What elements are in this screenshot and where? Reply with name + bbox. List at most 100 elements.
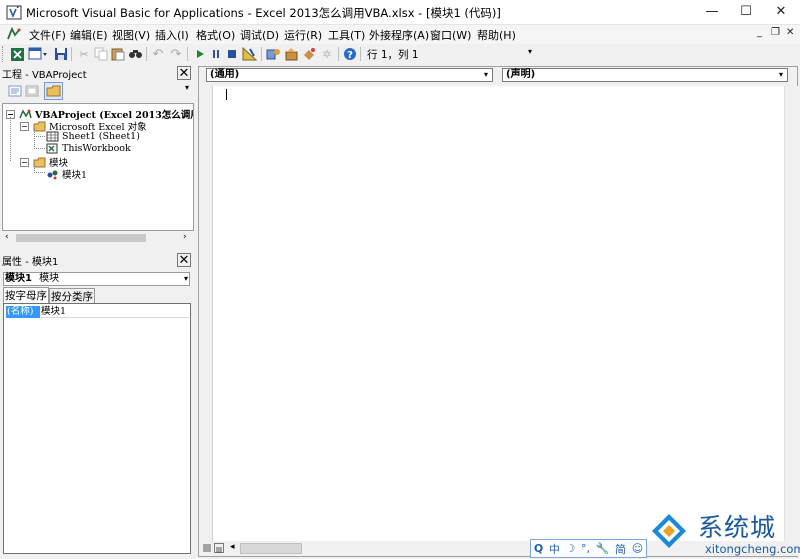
watermark: 系统城 xitongcheng.com <box>648 506 800 558</box>
menu-debug[interactable]: 调试(D) <box>240 27 279 43</box>
toolbar-separator <box>338 47 339 61</box>
object-combo[interactable]: (通用) ▾ <box>206 68 493 82</box>
tree-connector <box>34 136 45 137</box>
ime-halfwidth-icon[interactable]: ☽ <box>566 542 576 555</box>
help-icon[interactable]: ? <box>342 46 358 62</box>
code-vscrollbar[interactable] <box>784 86 798 541</box>
copy-icon[interactable] <box>93 46 109 62</box>
object-browser-icon[interactable] <box>301 46 317 62</box>
dropdown-arrow-icon[interactable]: ▾ <box>480 69 492 81</box>
watermark-url: xitongcheng.com <box>705 542 800 556</box>
object-selector[interactable]: 模块1 模块 ▾ <box>3 272 190 286</box>
tree-item-thisworkbook[interactable]: ThisWorkbook <box>46 143 131 154</box>
ime-settings-icon[interactable]: 🔧 <box>596 542 610 555</box>
menu-view[interactable]: 视图(V) <box>112 27 150 43</box>
workbook-icon <box>46 143 58 154</box>
scrollbar-thumb[interactable] <box>16 234 146 242</box>
insert-userform-icon[interactable] <box>27 46 49 62</box>
code-editor[interactable] <box>212 86 784 541</box>
break-icon[interactable] <box>208 46 224 62</box>
excel-icon[interactable] <box>9 46 25 62</box>
tree-item-label: 模块1 <box>62 170 88 181</box>
ime-toolbar: Q 中 ☽ °, 🔧 简 ☺ <box>530 539 647 558</box>
tab-categorized[interactable]: 按分类序 <box>49 288 95 303</box>
property-name-selected[interactable]: (名称) <box>6 306 40 318</box>
project-explorer-icon[interactable] <box>265 46 281 62</box>
design-mode-icon[interactable] <box>241 46 257 62</box>
menu-format[interactable]: 格式(O) <box>196 27 235 43</box>
find-icon[interactable] <box>127 46 143 62</box>
toolbar-grip[interactable] <box>2 46 5 62</box>
tree-connector <box>34 129 35 149</box>
menu-help[interactable]: 帮助(H) <box>477 27 516 43</box>
menu-run[interactable]: 运行(R) <box>284 27 322 43</box>
menu-tools[interactable]: 工具(T) <box>328 27 365 43</box>
menu-bar: 文件(F) 编辑(E) 视图(V) 插入(I) 格式(O) 调试(D) 运行(R… <box>0 25 800 44</box>
maximize-button[interactable]: ☐ <box>729 0 763 24</box>
menu-addins[interactable]: 外接程序(A) <box>369 27 429 43</box>
cut-icon[interactable]: ✂ <box>76 46 92 62</box>
view-code-icon[interactable] <box>8 84 22 98</box>
project-panel-close-button[interactable]: ✕ <box>177 66 191 81</box>
procedure-view-icon[interactable] <box>202 543 212 553</box>
mdi-restore-button[interactable]: ❐ <box>771 27 780 38</box>
scroll-left-icon[interactable]: ◂ <box>230 542 235 552</box>
procedure-combo[interactable]: (声明) ▾ <box>502 68 788 82</box>
project-tree[interactable]: − VBAProject (Excel 2013怎么调用 − Microsoft… <box>2 103 194 231</box>
run-icon[interactable] <box>192 46 208 62</box>
text-caret <box>226 89 227 100</box>
scrollbar-thumb[interactable] <box>240 543 302 554</box>
panel-toolbar-overflow-icon[interactable]: ▾ <box>185 83 194 99</box>
menu-insert[interactable]: 插入(I) <box>155 27 189 43</box>
tree-item-label: ThisWorkbook <box>62 143 131 154</box>
worksheet-icon <box>46 131 59 142</box>
dropdown-arrow-icon[interactable]: ▾ <box>775 69 787 81</box>
tree-item-sheet1[interactable]: Sheet1 (Sheet1) <box>46 131 140 142</box>
cursor-position-status: 行 1，列 1 <box>367 49 419 61</box>
object-name: 模块1 <box>5 273 32 284</box>
full-module-view-icon[interactable] <box>214 543 224 553</box>
reset-icon[interactable] <box>224 46 240 62</box>
ime-simplified-icon[interactable]: 简 <box>615 541 626 557</box>
minimize-button[interactable]: — <box>695 0 729 24</box>
redo-icon[interactable]: ↷ <box>168 46 184 62</box>
menu-file[interactable]: 文件(F) <box>29 27 66 43</box>
vba-menu-icon[interactable] <box>6 27 22 42</box>
ime-emoji-icon[interactable]: ☺ <box>632 542 643 555</box>
toolbox-icon[interactable]: ✲ <box>319 46 335 62</box>
property-value[interactable]: 模块1 <box>41 306 189 318</box>
toggle-folders-button[interactable] <box>44 82 63 100</box>
collapse-icon[interactable]: − <box>20 121 29 131</box>
menu-window[interactable]: 窗口(W) <box>430 27 471 43</box>
scroll-left-icon[interactable]: ‹ <box>5 232 9 242</box>
tree-connector <box>10 117 11 161</box>
title-bar: Microsoft Visual Basic for Applications … <box>0 0 800 25</box>
toolbar-separator <box>261 47 262 61</box>
properties-grid[interactable]: (名称) 模块1 <box>3 303 191 554</box>
code-margin[interactable] <box>200 86 212 541</box>
save-icon[interactable] <box>53 46 69 62</box>
svg-text:?: ? <box>347 50 353 61</box>
project-panel-title: 工程 - VBAProject <box>2 70 87 81</box>
properties-icon[interactable] <box>283 46 299 62</box>
dropdown-arrow-icon[interactable]: ▾ <box>184 273 188 285</box>
collapse-icon[interactable]: − <box>20 157 29 167</box>
view-object-icon[interactable] <box>25 84 39 98</box>
ime-search-icon[interactable]: Q <box>534 542 543 555</box>
toolbar-separator <box>187 47 188 61</box>
tab-alphabetic[interactable]: 按字母序 <box>3 287 49 303</box>
paste-icon[interactable] <box>110 46 126 62</box>
menu-edit[interactable]: 编辑(E) <box>70 27 108 43</box>
close-button[interactable]: ✕ <box>764 0 798 24</box>
properties-panel-close-button[interactable]: ✕ <box>177 253 191 268</box>
scroll-right-icon[interactable]: › <box>183 232 187 242</box>
mdi-minimize-button[interactable]: _ <box>757 27 762 38</box>
mdi-close-button[interactable]: ✕ <box>786 27 794 38</box>
ime-mode-chinese[interactable]: 中 <box>549 541 560 557</box>
undo-icon[interactable]: ↶ <box>150 46 166 62</box>
toolbar-overflow-icon[interactable]: ▾ <box>526 47 534 63</box>
project-tree-hscrollbar[interactable]: ‹ › <box>2 231 194 245</box>
ime-punctuation-icon[interactable]: °, <box>581 542 590 555</box>
watermark-name: 系统城 <box>698 513 777 542</box>
tree-item-module1[interactable]: 模块1 <box>46 167 87 181</box>
